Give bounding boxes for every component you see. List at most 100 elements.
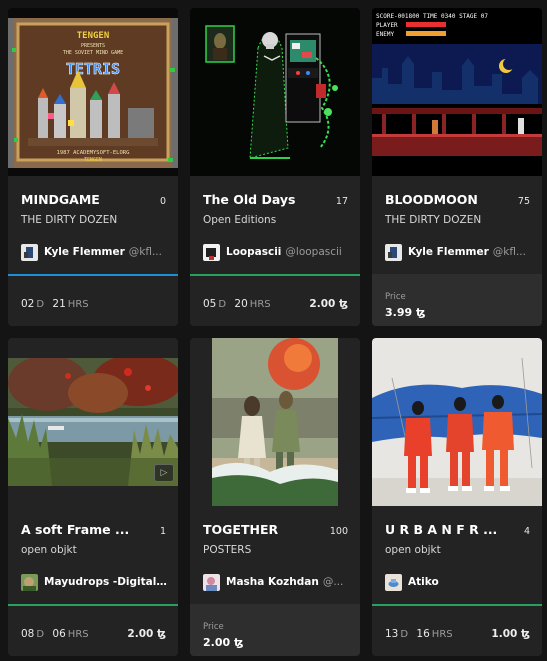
edition-count: 1 <box>159 526 166 537</box>
thumb-text-0: TENGEN <box>77 31 110 41</box>
edition-count: 100 <box>329 526 348 537</box>
artist-name: Loopascii <box>226 246 282 258</box>
card-footer: Price 2.00 ꜩ <box>190 604 360 656</box>
artist-avatar <box>385 573 402 591</box>
countdown-timer: 13 D 16 HRS <box>385 628 458 640</box>
timer-days-unit: D <box>218 299 227 310</box>
thumb-text-1: PRESENTS <box>81 43 105 49</box>
thumbnail-urbanfr[interactable] <box>372 338 542 506</box>
countdown-timer: 08 D 06 HRS <box>21 628 94 640</box>
timer-hours: 06 <box>52 628 66 640</box>
price-value: 1.00 ꜩ <box>491 628 530 640</box>
timer-hours-unit: HRS <box>249 299 271 310</box>
collection-name[interactable]: THE DIRTY DOZEN <box>21 214 117 226</box>
card-footer: 05 D 20 HRS 2.00 ꜩ <box>190 274 360 326</box>
thumbnail-mindgame[interactable]: TENGEN PRESENTS THE SOVIET MIND GAME TET… <box>8 8 178 176</box>
thumb-text-3: TETRIS <box>66 60 120 78</box>
card-title[interactable]: BLOODMOON <box>385 192 478 207</box>
retro-game-castle-level-image: SCORE-001800 TIME 0340 STAGE 07 PLAYER E… <box>372 8 542 176</box>
urban-figures-painting-image <box>372 338 542 506</box>
artist-link[interactable]: Mayudrops -Digital... <box>21 573 168 591</box>
price-value: 2.00 ꜩ <box>127 628 166 640</box>
artist-handle: @kfl... <box>128 246 162 258</box>
thumb-text-2: THE SOVIET MIND GAME <box>63 50 123 56</box>
timer-hours: 20 <box>234 298 248 310</box>
pond-landscape-photo-image <box>8 358 178 486</box>
price-label: Price <box>385 292 406 302</box>
artist-avatar <box>21 243 38 261</box>
collage-couple-image <box>190 338 360 506</box>
artist-link[interactable]: Kyle Flemmer @kfl... <box>385 243 532 261</box>
price-value: 2.00 ꜩ <box>203 636 244 649</box>
objkt-card-a-soft-frame[interactable]: ▷ A soft Frame ... 1 open objkt Mayudrop… <box>8 338 178 656</box>
price-value: 2.00 ꜩ <box>309 298 348 310</box>
timer-days: 02 <box>21 298 35 310</box>
thumbnail-the-old-days[interactable] <box>190 8 360 176</box>
countdown-timer: 02 D 21 HRS <box>21 298 94 310</box>
timer-days: 08 <box>21 628 35 640</box>
artist-handle: @kfl... <box>492 246 526 258</box>
timer-days-unit: D <box>400 629 409 640</box>
edition-count: 75 <box>517 196 530 207</box>
artist-name: Kyle Flemmer <box>44 246 125 258</box>
artist-handle: @... <box>322 576 344 588</box>
card-footer: 02 D 21 HRS <box>8 274 178 326</box>
play-icon: ▷ <box>160 468 168 478</box>
artist-handle: @loopascii <box>285 246 342 258</box>
objkt-card-the-old-days[interactable]: The Old Days 17 Open Editions Loopascii … <box>190 8 360 326</box>
collection-name[interactable]: Open Editions <box>203 214 276 226</box>
thumb-hud-score: SCORE-001800 TIME 0340 STAGE 07 <box>376 13 488 20</box>
artist-name: Kyle Flemmer <box>408 246 489 258</box>
collection-name[interactable]: open objkt <box>385 544 441 556</box>
thumb-text-5: 1987 ACADEMYSOFT-ELORG <box>57 150 130 156</box>
timer-hours-unit: HRS <box>431 629 453 640</box>
card-footer: 13 D 16 HRS 1.00 ꜩ <box>372 604 542 656</box>
thumbnail-a-soft-frame[interactable]: ▷ <box>8 358 178 486</box>
thumbnail-bloodmoon[interactable]: SCORE-001800 TIME 0340 STAGE 07 PLAYER E… <box>372 8 542 176</box>
artist-link[interactable]: Kyle Flemmer @kfl... <box>21 243 168 261</box>
thumb-text-6: TENGEN <box>84 157 102 163</box>
thumb-hud-player: PLAYER <box>376 22 398 29</box>
artist-avatar <box>203 243 220 261</box>
timer-days-unit: D <box>36 299 45 310</box>
countdown-timer: 05 D 20 HRS <box>203 298 276 310</box>
arcade-skeleton-art-image <box>190 8 360 176</box>
artist-avatar <box>21 573 38 591</box>
thumbnail-together[interactable] <box>190 338 360 506</box>
card-title[interactable]: The Old Days <box>203 192 295 207</box>
objkt-grid: TENGEN PRESENTS THE SOVIET MIND GAME TET… <box>0 0 547 661</box>
objkt-card-bloodmoon[interactable]: SCORE-001800 TIME 0340 STAGE 07 PLAYER E… <box>372 8 542 326</box>
card-footer: Price 3.99 ꜩ <box>372 274 542 326</box>
play-button[interactable]: ▷ <box>154 464 174 482</box>
collection-name[interactable]: THE DIRTY DOZEN <box>385 214 481 226</box>
collection-name[interactable]: POSTERS <box>203 544 251 556</box>
card-title[interactable]: U R B A N F R ... <box>385 522 497 537</box>
artist-avatar <box>385 243 402 261</box>
timer-hours-unit: HRS <box>67 299 89 310</box>
artist-name: Mayudrops -Digital... <box>44 576 168 588</box>
card-title[interactable]: MINDGAME <box>21 192 100 207</box>
edition-count: 4 <box>523 526 530 537</box>
timer-hours-unit: HRS <box>67 629 89 640</box>
card-title[interactable]: TOGETHER <box>203 522 278 537</box>
artist-link[interactable]: Masha Kozhdan @... <box>203 573 350 591</box>
objkt-card-urbanfr[interactable]: U R B A N F R ... 4 open objkt Atiko 13 D… <box>372 338 542 656</box>
collection-name[interactable]: open objkt <box>21 544 77 556</box>
card-title[interactable]: A soft Frame ... <box>21 522 129 537</box>
card-footer: 08 D 06 HRS 2.00 ꜩ <box>8 604 178 656</box>
edition-count: 17 <box>335 196 348 207</box>
artist-name: Atiko <box>408 576 439 588</box>
artist-link[interactable]: Atiko <box>385 573 532 591</box>
artist-avatar <box>203 573 220 591</box>
objkt-card-mindgame[interactable]: TENGEN PRESENTS THE SOVIET MIND GAME TET… <box>8 8 178 326</box>
artist-link[interactable]: Loopascii @loopascii <box>203 243 350 261</box>
timer-days: 05 <box>203 298 217 310</box>
timer-hours: 16 <box>416 628 430 640</box>
price-value: 3.99 ꜩ <box>385 306 426 319</box>
thumb-hud-enemy: ENEMY <box>376 31 394 38</box>
timer-days: 13 <box>385 628 399 640</box>
retro-game-title-screen-image: TENGEN PRESENTS THE SOVIET MIND GAME TET… <box>8 8 178 176</box>
artist-name: Masha Kozhdan <box>226 576 319 588</box>
objkt-card-together[interactable]: TOGETHER 100 POSTERS Masha Kozhdan @... … <box>190 338 360 656</box>
timer-hours: 21 <box>52 298 66 310</box>
